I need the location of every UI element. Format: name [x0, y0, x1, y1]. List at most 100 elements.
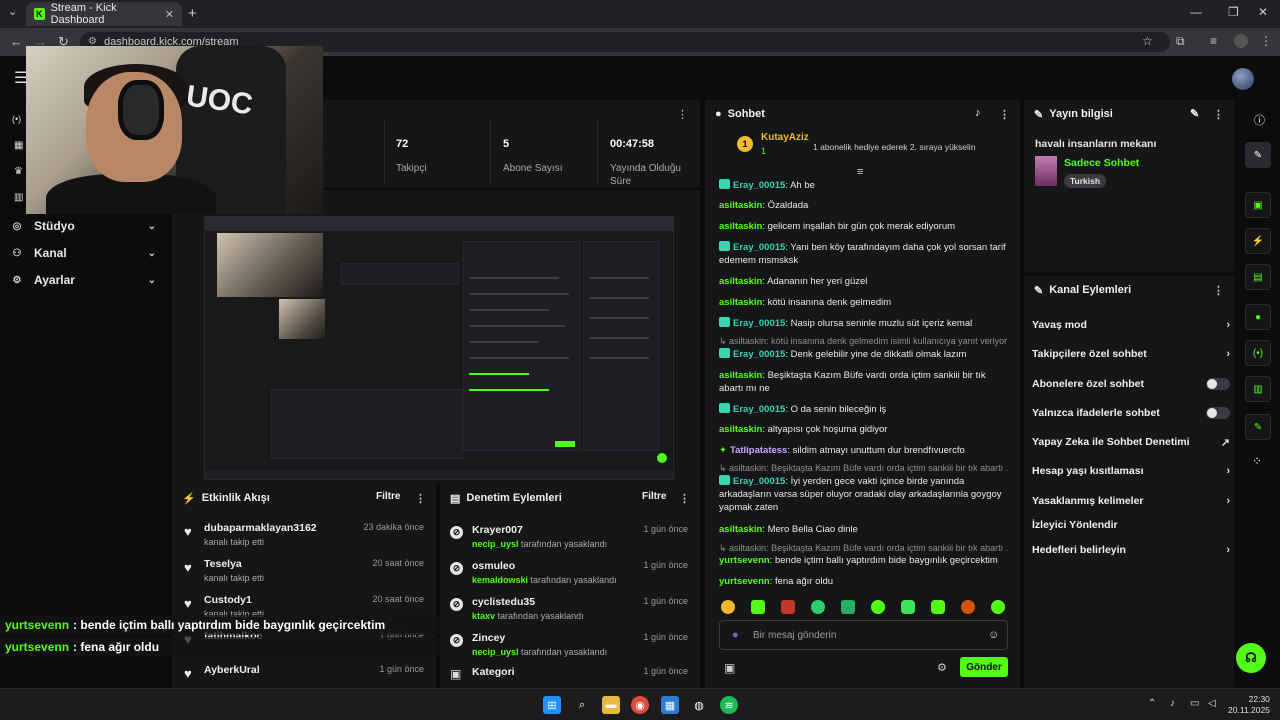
bookmark-star-icon[interactable]: ☆ — [1142, 34, 1153, 48]
emote-icon[interactable] — [961, 600, 975, 614]
community-icon[interactable]: ▥ — [14, 192, 23, 203]
system-clock[interactable]: 22:30 20.11.2025 — [1228, 694, 1270, 716]
emote-icon[interactable] — [931, 600, 945, 614]
stream-preview-video[interactable] — [204, 216, 674, 480]
chevron-right-icon: › — [1226, 465, 1230, 477]
add-widget-icon[interactable]: ⁘ — [1252, 454, 1262, 468]
mic-tray-icon[interactable]: ♪ — [1170, 698, 1175, 709]
action-followers-only[interactable]: Takipçilere özel sohbet › — [1032, 344, 1230, 364]
layout-rail-button[interactable]: ▥ — [1245, 376, 1271, 402]
search-icon[interactable]: ⌕ — [573, 696, 591, 714]
chat-message: Eray_00015: O da senin bileceğin iş — [719, 403, 1009, 416]
back-icon[interactable]: ← — [10, 34, 23, 49]
emote-icon[interactable] — [751, 600, 765, 614]
broadcast-rail-button[interactable]: (•) — [1245, 340, 1271, 366]
new-tab-icon[interactable]: + — [188, 5, 197, 22]
more-options-icon[interactable]: ⋮ — [1213, 284, 1224, 297]
spotify-icon[interactable]: ≋ — [720, 696, 738, 714]
rank-badge-icon: 1 — [737, 136, 753, 152]
gear-icon[interactable]: ⚙ — [937, 661, 947, 674]
emote-icon[interactable] — [841, 600, 855, 614]
profile-avatar[interactable] — [1234, 34, 1248, 48]
sidebar-item-channel[interactable]: ⚇ Kanal ⌄ — [0, 240, 170, 266]
action-account-age[interactable]: Hesap yaşı kısıtlaması › — [1032, 461, 1230, 481]
pinned-text: 1 abonelik hediye ederek 2. sıraya yükse… — [813, 142, 976, 152]
emote-icon[interactable] — [811, 600, 825, 614]
user-avatar[interactable] — [1232, 68, 1254, 90]
restore-icon[interactable]: ❐ — [1228, 5, 1239, 19]
action-ai-moderation[interactable]: Yapay Zeka ile Sohbet Denetimi ↗ — [1032, 432, 1230, 452]
chat-message: asiltaskin: Özaldada — [719, 200, 809, 211]
more-options-icon[interactable]: ⋮ — [679, 492, 690, 505]
tray-chevron-icon[interactable]: ⌃ — [1148, 698, 1156, 709]
moderation-filter-button[interactable]: Filtre — [642, 491, 666, 502]
photos-icon[interactable]: ▦ — [661, 696, 679, 714]
help-button[interactable]: ☊ — [1236, 643, 1266, 673]
emote-icon[interactable] — [871, 600, 885, 614]
emoji-icon[interactable]: ☺ — [988, 629, 999, 641]
edit-icon[interactable]: ✎ — [1190, 107, 1199, 120]
sidebar-item-studio[interactable]: ◎ Stüdyo ⌄ — [0, 213, 170, 239]
action-emotes-only[interactable]: Yalnızca ifadelerle sohbet — [1032, 403, 1230, 423]
chat-message: Eray_00015: Nasip olursa seninle muzlu s… — [719, 317, 1009, 330]
bell-icon[interactable]: ♪ — [975, 107, 981, 119]
chat-message: asiltaskin: altyapısı çok hoşuma gidiyor — [719, 424, 888, 435]
media-control-icon[interactable]: ≡ — [1210, 34, 1217, 48]
trophy-icon[interactable]: ♛ — [14, 166, 23, 177]
info-icon[interactable]: ⓘ — [1254, 112, 1265, 128]
volume-tray-icon[interactable]: ◁ — [1208, 698, 1216, 709]
more-options-icon[interactable]: ⋮ — [999, 108, 1010, 121]
stream-icon[interactable]: (•) — [12, 114, 21, 124]
file-rail-button[interactable]: ▤ — [1245, 264, 1271, 290]
bolt-icon: ⚡ — [182, 492, 196, 505]
window-close-icon[interactable]: ✕ — [1258, 5, 1268, 19]
close-icon[interactable]: ✕ — [165, 8, 174, 21]
gift-icon[interactable]: ▣ — [724, 661, 735, 675]
extensions-icon[interactable]: ⧉ — [1176, 34, 1185, 49]
chat-input[interactable]: ● Bir mesaj gönderin ☺ — [719, 620, 1008, 650]
browser-menu-icon[interactable]: ⋮ — [1260, 34, 1272, 48]
more-options-icon[interactable]: ⋮ — [415, 492, 426, 505]
sidebar-item-settings[interactable]: ⚙ Ayarlar ⌄ — [0, 267, 170, 293]
more-options-icon[interactable]: ⋮ — [1213, 108, 1224, 121]
minimize-icon[interactable]: — — [1190, 5, 1202, 19]
emote-icon[interactable] — [991, 600, 1005, 614]
moderation-panel: ▤ Denetim Eylemleri Filtre ⋮ ⊘ Krayer007… — [440, 484, 700, 688]
windows-start-icon[interactable]: ⊞ — [543, 696, 561, 714]
action-slow-mode[interactable]: Yavaş mod › — [1032, 315, 1230, 335]
bolt-rail-button[interactable]: ⚡ — [1245, 228, 1271, 254]
browser-tab[interactable]: K Stream - Kick Dashboard ✕ — [26, 2, 182, 26]
obs-icon[interactable]: ◍ — [690, 696, 708, 714]
pinned-count: 1 — [761, 146, 767, 156]
network-tray-icon[interactable]: ▭ — [1190, 698, 1199, 709]
sidebar-item-label: Kanal — [34, 246, 67, 260]
send-button[interactable]: Gönder — [960, 657, 1008, 677]
chevron-down-icon: ⌄ — [147, 247, 156, 259]
analytics-icon[interactable]: ▦ — [14, 140, 23, 151]
chevron-right-icon: › — [1226, 544, 1230, 556]
chat-rail-button[interactable]: ● — [1245, 304, 1271, 330]
chrome-icon[interactable]: ◉ — [631, 696, 649, 714]
emote-icon[interactable] — [781, 600, 795, 614]
file-explorer-icon[interactable]: ▬ — [602, 696, 620, 714]
activity-filter-button[interactable]: Filtre — [376, 491, 400, 502]
category-link[interactable]: Sadece Sohbet — [1064, 157, 1139, 169]
chevron-right-icon: › — [1226, 495, 1230, 507]
action-goals[interactable]: Hedefleri belirleyin › — [1032, 540, 1230, 560]
collapse-icon[interactable]: ≡ — [857, 166, 863, 178]
sidebar-item-label: Stüdyo — [34, 219, 75, 233]
microphone-icon[interactable]: ● — [732, 629, 739, 641]
tag-chip[interactable]: Turkish — [1064, 174, 1107, 188]
browser-tab-bar: ⌄ K Stream - Kick Dashboard ✕ + — ❐ ✕ — [0, 0, 1280, 28]
edit-rail-button[interactable]: ✎ — [1245, 142, 1271, 168]
emote-icon[interactable] — [901, 600, 915, 614]
action-subscribers-only[interactable]: Abonelere özel sohbet — [1032, 374, 1230, 394]
action-banned-words[interactable]: Yasaklanmış kelimeler › — [1032, 491, 1230, 511]
screenshot-rail-button[interactable]: ▣ — [1245, 192, 1271, 218]
more-options-icon[interactable]: ⋮ — [677, 108, 688, 121]
action-raid[interactable]: İzleyici Yönlendir — [1032, 515, 1230, 535]
emote-icon[interactable] — [721, 600, 735, 614]
stream-title: havalı insanların mekanı — [1035, 138, 1157, 150]
tab-list-icon[interactable]: ⌄ — [8, 5, 17, 18]
wrench-rail-button[interactable]: ✎ — [1245, 414, 1271, 440]
